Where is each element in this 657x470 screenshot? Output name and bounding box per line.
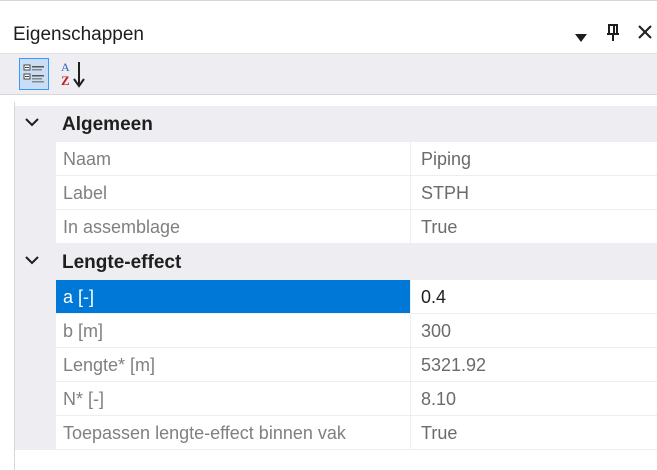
property-row-n[interactable]: N* [-] 8.10 — [15, 382, 657, 416]
property-value[interactable]: STPH — [411, 176, 657, 210]
property-value[interactable]: 8.10 — [411, 382, 657, 416]
row-gutter — [15, 280, 56, 314]
sort-alphabetical-icon: A Z — [58, 60, 88, 94]
category-row-algemeen[interactable]: Algemeen — [15, 106, 657, 142]
property-row-lengte[interactable]: Lengte* [m] 5321.92 — [15, 348, 657, 382]
property-value-input[interactable]: 0.4 — [411, 280, 657, 314]
panel-title: Eigenschappen — [13, 24, 144, 45]
svg-text:A: A — [61, 60, 70, 74]
property-value[interactable]: 5321.92 — [411, 348, 657, 382]
row-gutter — [15, 210, 56, 244]
row-gutter — [15, 176, 56, 210]
property-value[interactable]: 300 — [411, 314, 657, 348]
property-name: b [m] — [56, 314, 410, 348]
property-row-toepassen-lengte-effect[interactable]: Toepassen lengte-effect binnen vak True — [15, 416, 657, 450]
close-icon[interactable] — [637, 23, 653, 46]
property-row-in-assemblage[interactable]: In assemblage True — [15, 210, 657, 244]
chevron-down-icon[interactable] — [23, 113, 41, 131]
property-name: Toepassen lengte-effect binnen vak — [56, 416, 410, 450]
property-name: a [-] — [56, 280, 410, 314]
row-gutter — [15, 416, 56, 450]
svg-text:Z: Z — [61, 73, 70, 88]
properties-panel: Eigenschappen A Z Algemeen Naam Piping L… — [0, 0, 657, 470]
property-row-naam[interactable]: Naam Piping — [15, 142, 657, 176]
property-row-b[interactable]: b [m] 300 — [15, 314, 657, 348]
category-label: Algemeen — [62, 114, 153, 135]
property-name: Naam — [56, 142, 410, 176]
pin-icon[interactable] — [606, 23, 620, 48]
property-grid: Algemeen Naam Piping Label STPH In assem… — [14, 102, 657, 470]
category-label: Lengte-effect — [62, 252, 182, 273]
property-name: In assemblage — [56, 210, 410, 244]
properties-toolbar: A Z — [0, 53, 657, 95]
property-name: Label — [56, 176, 410, 210]
property-row-label[interactable]: Label STPH — [15, 176, 657, 210]
sort-alphabetical-button[interactable]: A Z — [58, 58, 88, 90]
panel-titlebar: Eigenschappen — [0, 0, 657, 50]
property-value[interactable]: Piping — [411, 142, 657, 176]
property-name: Lengte* [m] — [56, 348, 410, 382]
chevron-down-icon[interactable] — [23, 251, 41, 269]
row-gutter — [15, 382, 56, 416]
row-gutter — [15, 348, 56, 382]
property-value[interactable]: True — [411, 210, 657, 244]
property-name: N* [-] — [56, 382, 410, 416]
categorized-view-button[interactable] — [19, 58, 49, 90]
property-row-a[interactable]: a [-] 0.4 — [15, 280, 657, 314]
row-gutter — [15, 142, 56, 176]
row-gutter — [15, 314, 56, 348]
categorized-view-icon — [20, 64, 48, 93]
category-row-lengte-effect[interactable]: Lengte-effect — [15, 244, 657, 280]
property-value[interactable]: True — [411, 416, 657, 450]
dropdown-arrow-icon[interactable] — [574, 27, 588, 48]
